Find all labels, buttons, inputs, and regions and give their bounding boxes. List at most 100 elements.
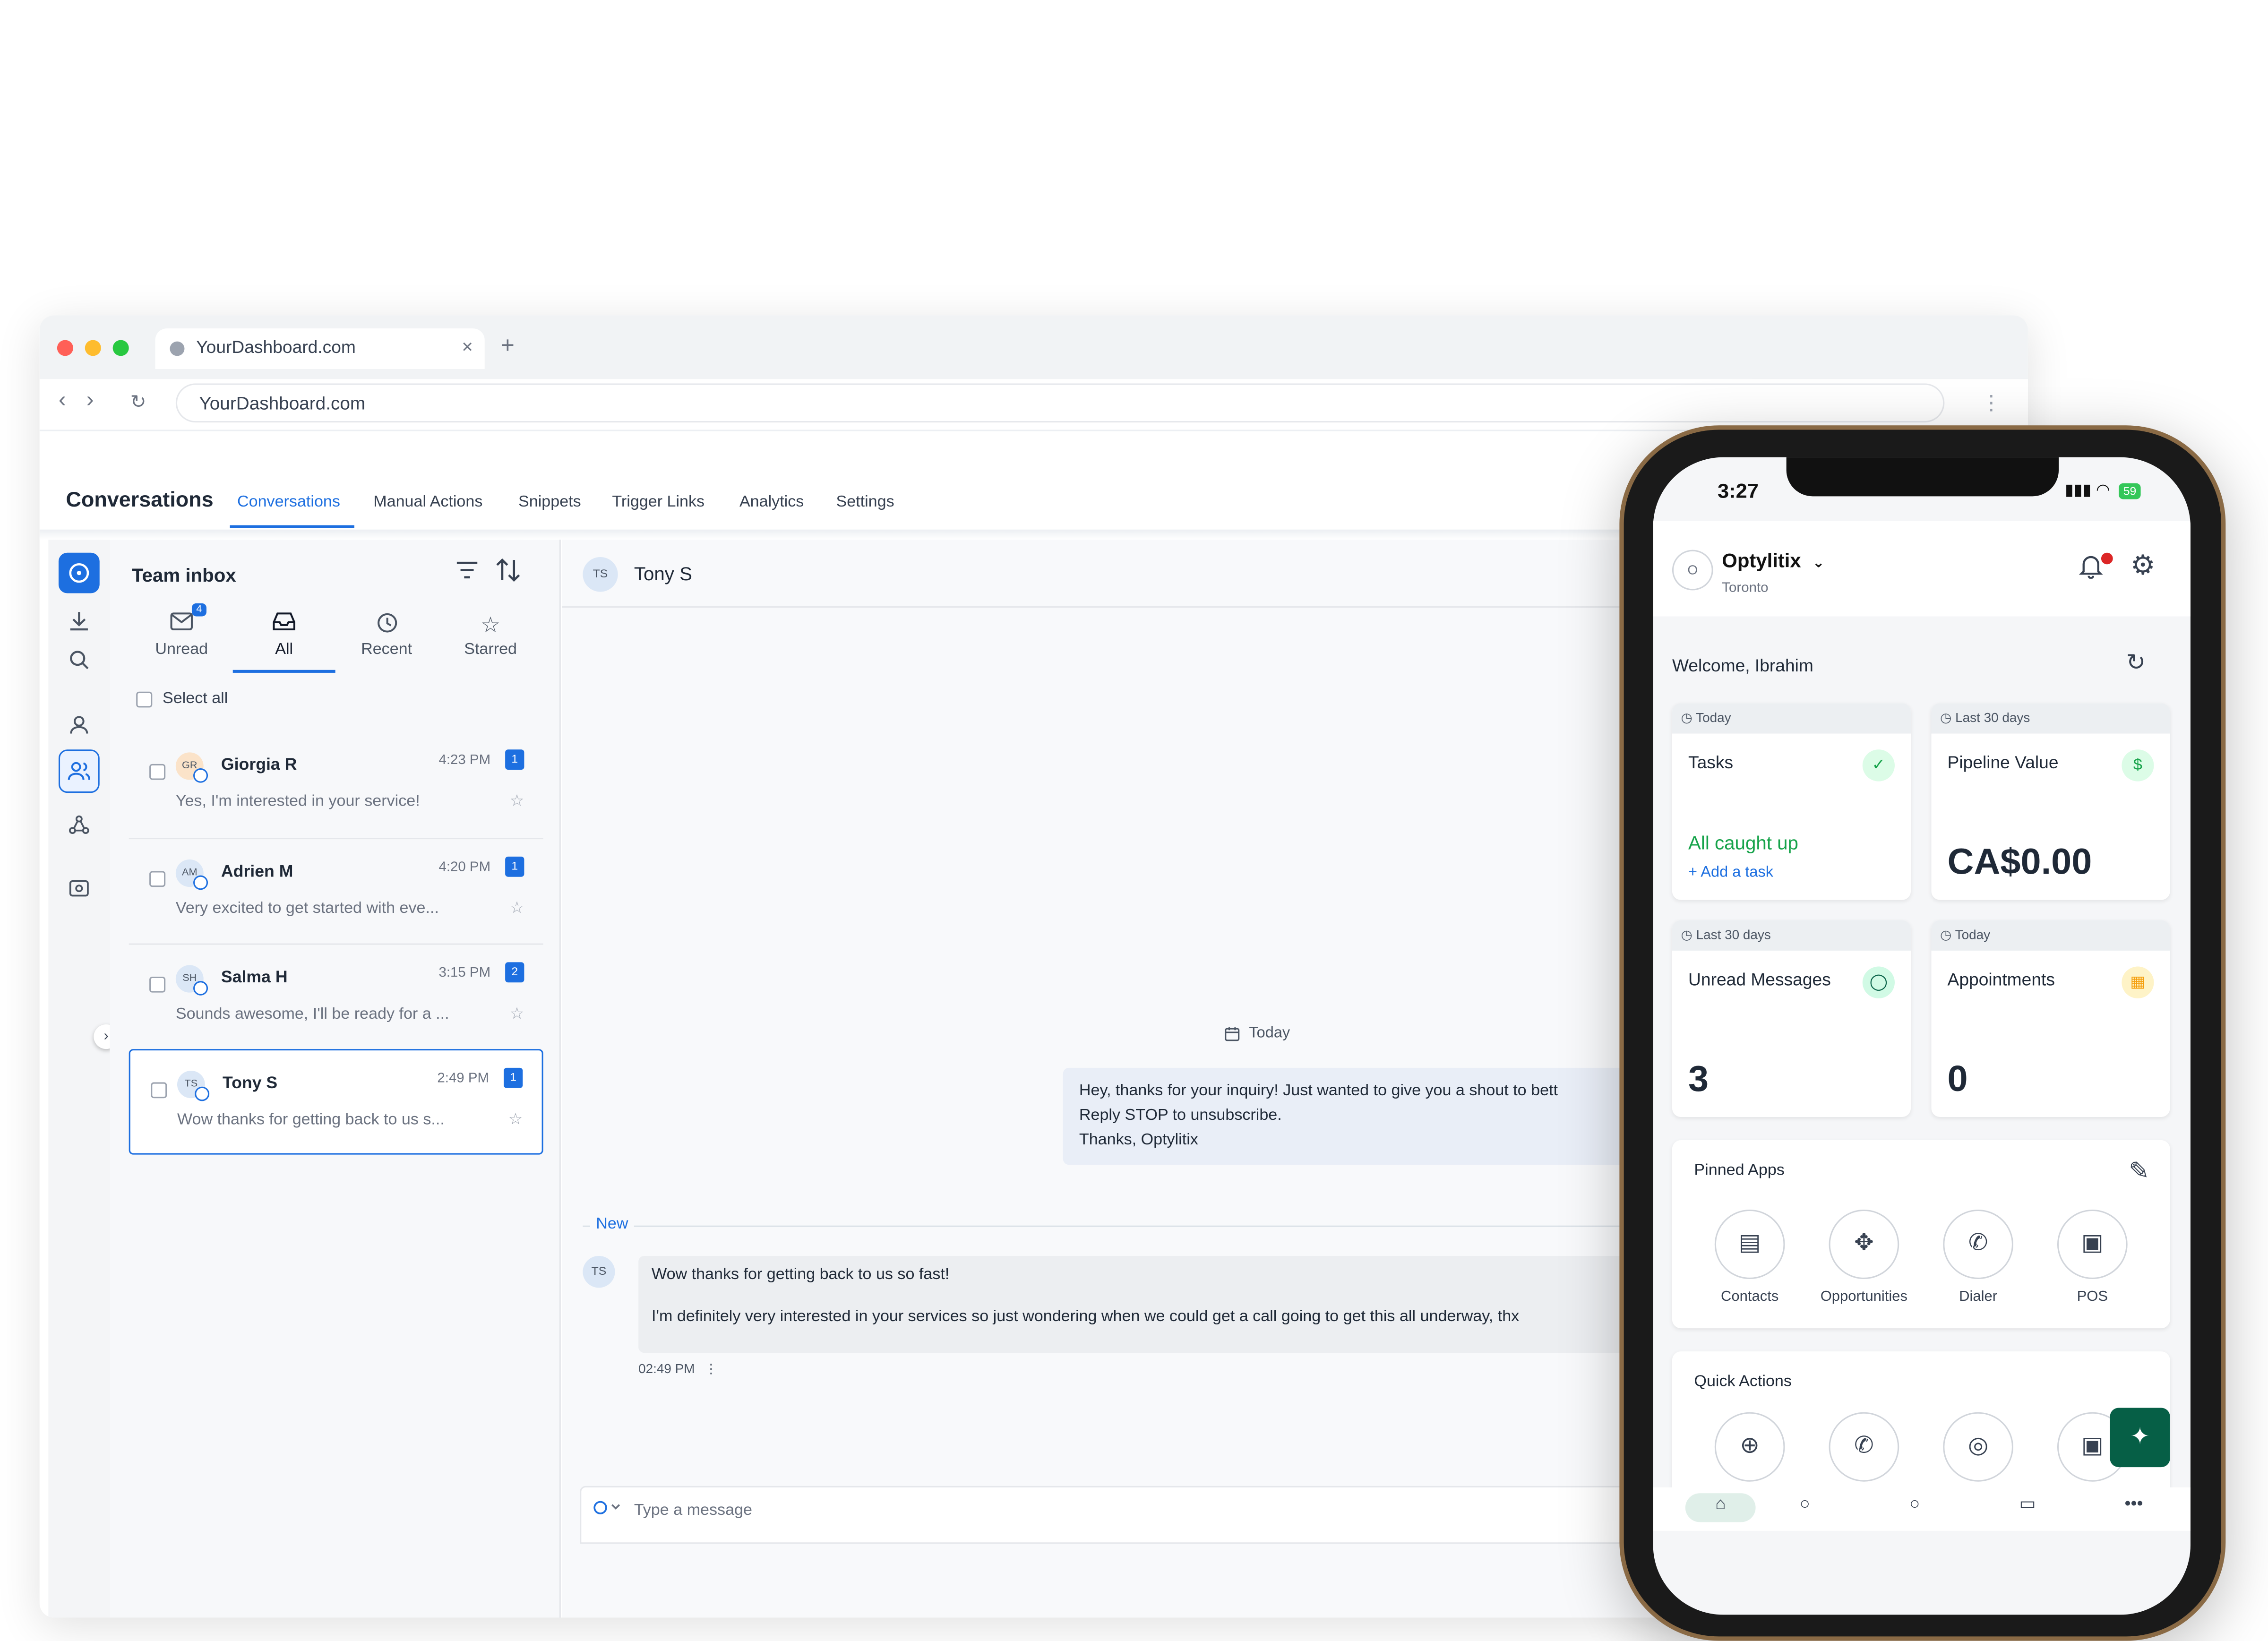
- network-icon[interactable]: [59, 805, 100, 845]
- browser-tab[interactable]: YourDashboard.com ×: [155, 328, 485, 369]
- conversation-checkbox[interactable]: [149, 871, 166, 887]
- user-icon[interactable]: [59, 705, 100, 745]
- star-icon[interactable]: ☆: [510, 791, 524, 810]
- chat-channel-icon: [195, 1086, 210, 1101]
- stage: YourDashboard.com × + ‹ › ↻ YourDashboar…: [0, 0, 2268, 1641]
- download-icon[interactable]: [59, 601, 100, 641]
- maximize-window-button[interactable]: [112, 340, 129, 356]
- chat-icon[interactable]: ○: [1909, 1493, 1920, 1513]
- filter-icon[interactable]: [455, 558, 479, 587]
- new-message-icon[interactable]: ◎: [1943, 1412, 2013, 1482]
- app-label: Dialer: [1959, 1289, 1998, 1306]
- tab-snippets[interactable]: Snippets: [518, 493, 581, 511]
- tasks-card[interactable]: ◷ Today Tasks ✓ All caught up + Add a ta…: [1672, 703, 1911, 900]
- add-task-link[interactable]: + Add a task: [1688, 864, 1773, 881]
- select-all[interactable]: Select all: [136, 690, 228, 708]
- card-period: ◷ Today: [1672, 703, 1911, 734]
- phone-icon[interactable]: ✆: [1829, 1412, 1899, 1482]
- refresh-icon[interactable]: ↻: [2126, 648, 2146, 677]
- chat-channel-icon: [193, 875, 208, 890]
- ai-assistant-button[interactable]: ✦: [2110, 1408, 2170, 1468]
- star-icon[interactable]: ☆: [508, 1110, 523, 1129]
- app-label: Contacts: [1721, 1289, 1779, 1306]
- org-avatar: O: [1672, 550, 1713, 591]
- pos-icon[interactable]: ▣: [2057, 1209, 2128, 1279]
- inbox-panel: Team inbox 4 Unread All Recent ☆ Starred…: [110, 540, 561, 1618]
- conversation-item[interactable]: AM Adrien M 4:20 PM 1 Very excited to ge…: [129, 839, 543, 945]
- inbox-title: Team inbox: [131, 564, 236, 586]
- pipeline-card[interactable]: ◷ Last 30 days Pipeline Value $ CA$0.00: [1931, 703, 2170, 900]
- forward-icon[interactable]: ›: [86, 388, 94, 412]
- message-preview: Yes, I'm interested in your service!: [175, 793, 420, 810]
- filter-tab-recent[interactable]: Recent: [335, 612, 438, 658]
- notification-dot: [2101, 552, 2113, 565]
- message-composer[interactable]: Type a message: [580, 1486, 1693, 1544]
- org-name: Optylitix: [1722, 550, 1801, 572]
- org-switcher[interactable]: Optylitix ⌄: [1722, 550, 1824, 572]
- address-bar[interactable]: YourDashboard.com: [175, 383, 1945, 423]
- more-icon[interactable]: •••: [2125, 1493, 2143, 1513]
- browser-menu-icon[interactable]: ⋮: [1981, 391, 2002, 415]
- bell-icon[interactable]: [2078, 553, 2104, 586]
- new-tab-button[interactable]: +: [501, 334, 515, 360]
- card-title: Tasks: [1688, 752, 1734, 773]
- card-period: ◷ Today: [1931, 920, 2170, 951]
- unread-count-badge: 4: [191, 603, 206, 617]
- conversation-checkbox[interactable]: [151, 1082, 167, 1099]
- unread-messages-card[interactable]: ◷ Last 30 days Unread Messages ◯ 3: [1672, 920, 1911, 1117]
- filter-tab-starred[interactable]: ☆ Starred: [439, 612, 542, 658]
- wifi-icon: ◠: [2096, 481, 2110, 499]
- billing-icon[interactable]: [59, 868, 100, 909]
- select-all-label: Select all: [162, 690, 228, 708]
- close-window-button[interactable]: [57, 340, 73, 356]
- unread-count-badge: 1: [504, 1067, 523, 1088]
- chat-icon[interactable]: [58, 552, 100, 593]
- tab-conversations[interactable]: Conversations: [237, 493, 340, 511]
- pipeline-value: CA$0.00: [1947, 842, 2092, 883]
- team-icon[interactable]: [58, 749, 100, 793]
- gear-icon[interactable]: ⚙: [2131, 550, 2156, 583]
- conversation-checkbox[interactable]: [149, 764, 166, 780]
- org-header: O Optylitix ⌄ Toronto ⚙: [1653, 521, 2191, 617]
- star-icon[interactable]: ☆: [510, 1004, 524, 1023]
- contacts-icon[interactable]: ▤: [1714, 1209, 1785, 1279]
- phone-screen: 3:27 ▮▮▮ ◠ 59 O Optylitix ⌄ Toronto ⚙ We…: [1653, 457, 2191, 1615]
- unread-count-badge: 2: [505, 962, 524, 983]
- appointments-card[interactable]: ◷ Today Appointments ▦ 0: [1931, 920, 2170, 1117]
- tab-manual-actions[interactable]: Manual Actions: [373, 493, 482, 511]
- minimize-window-button[interactable]: [85, 340, 101, 356]
- filter-tab-unread[interactable]: 4 Unread: [130, 603, 233, 658]
- filter-tab-label: Recent: [361, 641, 412, 659]
- sort-icon[interactable]: [495, 558, 521, 589]
- calendar-icon[interactable]: ▭: [2019, 1493, 2036, 1513]
- conversation-item[interactable]: GR Giorgia R 4:23 PM 1 Yes, I'm interest…: [129, 732, 543, 838]
- back-icon[interactable]: ‹: [59, 388, 66, 412]
- opportunities-icon[interactable]: ✥: [1829, 1209, 1899, 1279]
- conversation-item[interactable]: SH Salma H 3:15 PM 2 Sounds awesome, I'l…: [129, 945, 543, 1051]
- tab-trigger-links[interactable]: Trigger Links: [612, 493, 704, 511]
- star-icon[interactable]: ☆: [510, 899, 524, 918]
- filter-tab-all[interactable]: All: [233, 612, 335, 658]
- chat-contact-name: Tony S: [634, 563, 693, 585]
- message-options-icon[interactable]: ⋮: [704, 1362, 718, 1376]
- conversation-item-selected[interactable]: TS Tony S 2:49 PM 1 Wow thanks for getti…: [129, 1049, 543, 1155]
- card-period: ◷ Last 30 days: [1672, 920, 1911, 951]
- phone-icon[interactable]: ✆: [1943, 1209, 2013, 1279]
- card-period: ◷ Last 30 days: [1931, 703, 2170, 734]
- channel-select-icon[interactable]: [593, 1501, 622, 1520]
- reload-icon[interactable]: ↻: [130, 391, 146, 414]
- edit-icon[interactable]: ✎: [2129, 1158, 2149, 1186]
- select-all-checkbox[interactable]: [136, 691, 153, 707]
- search-icon[interactable]: [59, 639, 100, 680]
- tab-settings[interactable]: Settings: [836, 493, 894, 511]
- close-tab-button[interactable]: ×: [462, 335, 473, 357]
- message-icon: ◯: [1862, 966, 1895, 998]
- message-line: I'm definitely very interested in your s…: [652, 1308, 1520, 1325]
- home-icon[interactable]: ⌂: [1685, 1493, 1756, 1522]
- search-icon[interactable]: ○: [1800, 1493, 1810, 1513]
- add-icon[interactable]: ⊕: [1714, 1412, 1785, 1482]
- tab-analytics[interactable]: Analytics: [739, 493, 804, 511]
- contact-name: Giorgia R: [221, 756, 297, 774]
- message-input[interactable]: Type a message: [634, 1502, 752, 1520]
- conversation-checkbox[interactable]: [149, 976, 166, 993]
